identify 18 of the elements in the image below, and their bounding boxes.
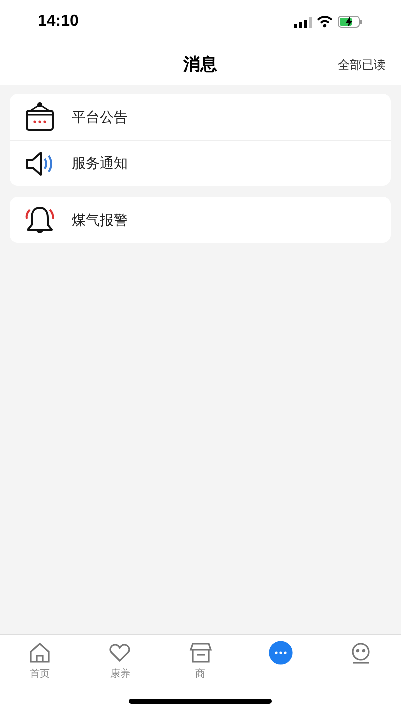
battery-icon [338, 16, 363, 28]
tab-bar-item[interactable]: 商 [160, 641, 241, 682]
signal-icon [294, 16, 312, 28]
tab-bar-item[interactable]: 首页 [0, 641, 80, 682]
tab-bar-item[interactable]: 康养 [80, 641, 160, 682]
message-category[interactable]: 服务通知 [72, 153, 128, 174]
chat-bubble-icon [268, 641, 293, 665]
status-time: 14:10 [38, 12, 79, 32]
signboard-icon [24, 101, 56, 133]
store-icon [188, 641, 212, 665]
mark-all-read-button[interactable]: 全部已读 [338, 56, 386, 74]
bell-icon [24, 204, 56, 236]
home-icon [28, 641, 52, 665]
page-title: 消息 [184, 54, 218, 76]
wifi-icon [317, 16, 333, 28]
message-category[interactable]: 煤气报警 [72, 210, 128, 230]
message-category[interactable]: 平台公告 [72, 106, 128, 128]
heart-icon [108, 641, 132, 665]
